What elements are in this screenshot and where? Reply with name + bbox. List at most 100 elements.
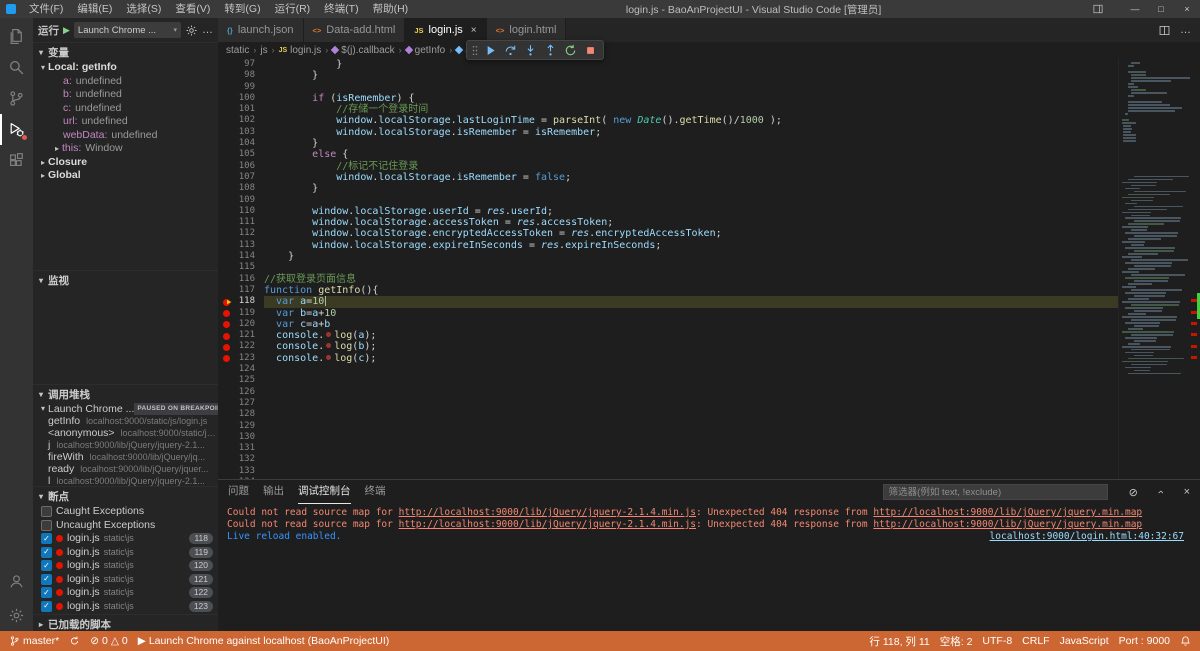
notifications-bell-icon[interactable] <box>1175 635 1196 647</box>
gutter[interactable]: 117 <box>218 285 264 296</box>
breakpoint-row[interactable]: ✓login.jsstatic\js121 <box>33 573 218 587</box>
breadcrumb-item-js[interactable]: js <box>260 45 267 56</box>
gutter[interactable]: 105 <box>218 149 264 160</box>
console-link[interactable]: http://localhost:9000/lib/jQuery/jquery.… <box>873 519 1142 530</box>
code-line[interactable]: 112 window.localStorage.encryptedAccessT… <box>218 228 1118 239</box>
variables-scope-Global[interactable]: ▸Global <box>33 169 218 183</box>
gutter[interactable]: 112 <box>218 228 264 239</box>
console-link[interactable]: http://localhost:9000/lib/jQuery/jquery.… <box>873 507 1142 518</box>
gutter[interactable]: 106 <box>218 161 264 172</box>
code-line[interactable]: 106 //标记不记住登录 <box>218 161 1118 172</box>
code-line[interactable]: 108 } <box>218 183 1118 194</box>
breakpoint-icon[interactable] <box>223 310 230 317</box>
debug-config-dropdown[interactable]: Launch Chrome ... ▾ <box>74 22 181 38</box>
code-line[interactable]: 111 window.localStorage.accessToken = re… <box>218 217 1118 228</box>
menu-item-3[interactable]: 查看(V) <box>168 0 217 18</box>
variables-scope-Closure[interactable]: ▸Closure <box>33 156 218 170</box>
gutter[interactable]: 101 <box>218 104 264 115</box>
status-item-1[interactable]: 空格: 2 <box>935 634 978 649</box>
code-line[interactable]: 128 <box>218 409 1118 420</box>
gutter[interactable]: 130 <box>218 432 264 443</box>
tab-launch.json[interactable]: {}launch.json <box>218 18 304 42</box>
source-control-icon[interactable] <box>0 83 33 114</box>
gutter[interactable]: 104 <box>218 138 264 149</box>
breakpoint-row[interactable]: ✓login.jsstatic\js123 <box>33 600 218 614</box>
menu-item-2[interactable]: 选择(S) <box>119 0 168 18</box>
exception-breakpoint-row[interactable]: Caught Exceptions <box>33 505 218 519</box>
code-line[interactable]: 110 window.localStorage.userId = res.use… <box>218 206 1118 217</box>
code-line[interactable]: 132 <box>218 454 1118 465</box>
breakpoints-section-header[interactable]: ▾ 断点 <box>33 487 218 505</box>
status-item-5[interactable]: Port : 9000 <box>1114 635 1175 647</box>
sync-icon[interactable] <box>64 635 85 647</box>
breakpoint-row[interactable]: ✓login.jsstatic\js120 <box>33 559 218 573</box>
problems-indicator[interactable]: ⊘ 0 △ 0 <box>85 635 133 647</box>
editor-more-actions-icon[interactable]: … <box>1180 24 1191 36</box>
checkbox[interactable]: ✓ <box>41 601 52 612</box>
code-line[interactable]: ▶118 var a=10 <box>218 296 1118 307</box>
code-view[interactable]: 97 }98 }99100 if (isRemember) {101 //存储一… <box>218 58 1118 479</box>
panel-tab-问题[interactable]: 问题 <box>228 480 249 504</box>
exception-breakpoint-row[interactable]: Uncaught Exceptions <box>33 519 218 533</box>
code-line[interactable]: 99 <box>218 82 1118 93</box>
variables-scope[interactable]: ▾Local: getInfo <box>33 61 218 75</box>
restart-button[interactable] <box>561 41 580 59</box>
gutter[interactable]: 121 <box>218 330 264 341</box>
gutter[interactable]: 107 <box>218 172 264 183</box>
clear-console-icon[interactable]: ⊘ <box>1129 486 1138 499</box>
breakpoint-icon[interactable] <box>223 355 230 362</box>
code-line[interactable]: 125 <box>218 375 1118 386</box>
minimize-button[interactable]: — <box>1122 0 1148 18</box>
code-line[interactable]: 122 console.log(b); <box>218 341 1118 352</box>
breadcrumb-item-$(j).callback[interactable]: $(j).callback <box>332 45 394 56</box>
console-filter-input[interactable] <box>883 484 1108 500</box>
checkbox[interactable]: ✓ <box>41 533 52 544</box>
code-line[interactable]: 131 <box>218 443 1118 454</box>
menu-item-7[interactable]: 帮助(H) <box>366 0 416 18</box>
maximize-button[interactable]: □ <box>1148 0 1174 18</box>
status-item-4[interactable]: JavaScript <box>1055 635 1114 647</box>
gutter[interactable]: 114 <box>218 251 264 262</box>
continue-button[interactable] <box>481 41 500 59</box>
gutter[interactable]: 102 <box>218 115 264 126</box>
search-icon[interactable] <box>0 52 33 83</box>
debug-settings-gear-icon[interactable] <box>185 24 198 37</box>
variable-row[interactable]: url:undefined <box>33 115 218 129</box>
variable-row[interactable]: a:undefined <box>33 75 218 89</box>
gutter[interactable]: 108 <box>218 183 264 194</box>
debug-session-row[interactable]: ▾Launch Chrome ...PAUSED ON BREAKPOINT <box>33 403 218 415</box>
code-line[interactable]: 126 <box>218 387 1118 398</box>
menu-item-0[interactable]: 文件(F) <box>22 0 70 18</box>
status-item-3[interactable]: CRLF <box>1017 635 1054 647</box>
code-line[interactable]: 119 var b=a+10 <box>218 308 1118 319</box>
callstack-frame[interactable]: jlocalhost:9000/lib/jQuery/jquery-2.1... <box>33 439 218 451</box>
menu-item-1[interactable]: 编辑(E) <box>70 0 119 18</box>
gutter[interactable]: 134 <box>218 477 264 479</box>
variable-row[interactable]: ▸this:Window <box>33 142 218 156</box>
code-line[interactable]: 133 <box>218 466 1118 477</box>
close-icon[interactable]: × <box>471 25 477 36</box>
panel-tab-调试控制台[interactable]: 调试控制台 <box>298 480 351 504</box>
breakpoint-icon[interactable] <box>223 333 230 340</box>
step-out-button[interactable] <box>541 41 560 59</box>
breakpoint-icon[interactable] <box>223 344 230 351</box>
stop-button[interactable] <box>581 41 600 59</box>
callstack-section-header[interactable]: ▾ 调用堆栈 <box>33 385 218 403</box>
close-button[interactable]: × <box>1174 0 1200 18</box>
gutter[interactable]: 122 <box>218 341 264 352</box>
status-item-0[interactable]: 行 118, 列 11 <box>864 634 934 649</box>
variables-section-header[interactable]: ▾ 变量 <box>33 43 218 61</box>
checkbox[interactable]: ✓ <box>41 587 52 598</box>
branch-indicator[interactable]: master* <box>4 635 64 647</box>
layout-toggle-icon[interactable] <box>1092 3 1118 15</box>
code-line[interactable]: 107 window.localStorage.isRemember = fal… <box>218 172 1118 183</box>
gutter[interactable]: 131 <box>218 443 264 454</box>
gutter[interactable]: 123 <box>218 353 264 364</box>
checkbox[interactable] <box>41 506 52 517</box>
code-line[interactable]: 101 //存储一个登录时间 <box>218 104 1118 115</box>
callstack-frame[interactable]: <anonymous>localhost:9000/static/js/l... <box>33 427 218 439</box>
split-editor-icon[interactable] <box>1158 24 1171 37</box>
variable-row[interactable]: webData:undefined <box>33 129 218 143</box>
breakpoint-row[interactable]: ✓login.jsstatic\js122 <box>33 586 218 600</box>
console-link[interactable]: http://localhost:9000/lib/jQuery/jquery-… <box>399 507 696 518</box>
